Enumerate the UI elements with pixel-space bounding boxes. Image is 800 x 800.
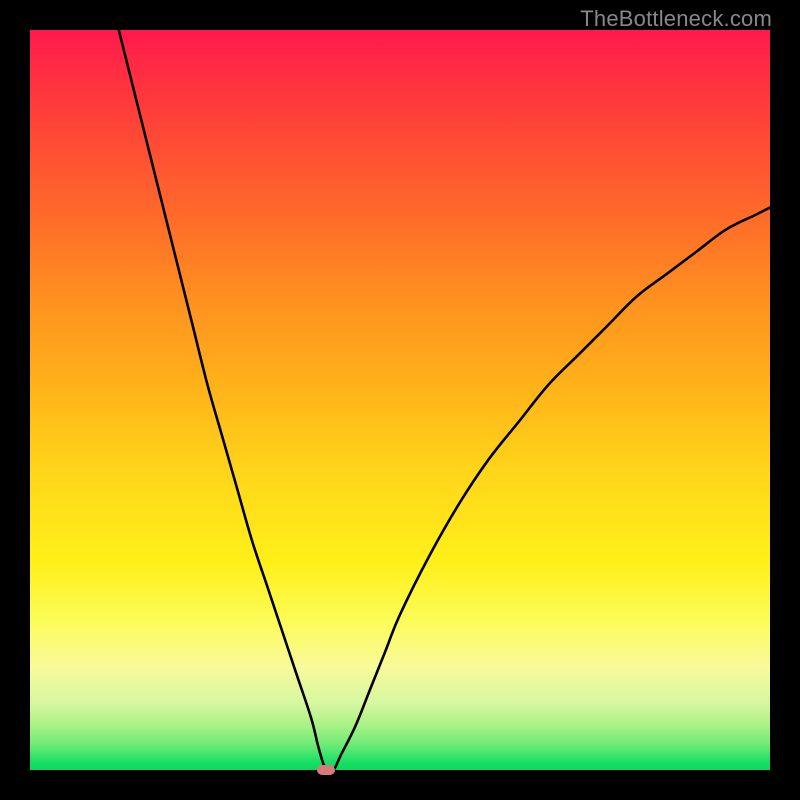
- plot-area: [30, 30, 770, 770]
- watermark-text: TheBottleneck.com: [580, 6, 772, 32]
- minimum-marker: [317, 765, 335, 775]
- bottleneck-curve: [30, 30, 770, 770]
- chart-frame: TheBottleneck.com: [0, 0, 800, 800]
